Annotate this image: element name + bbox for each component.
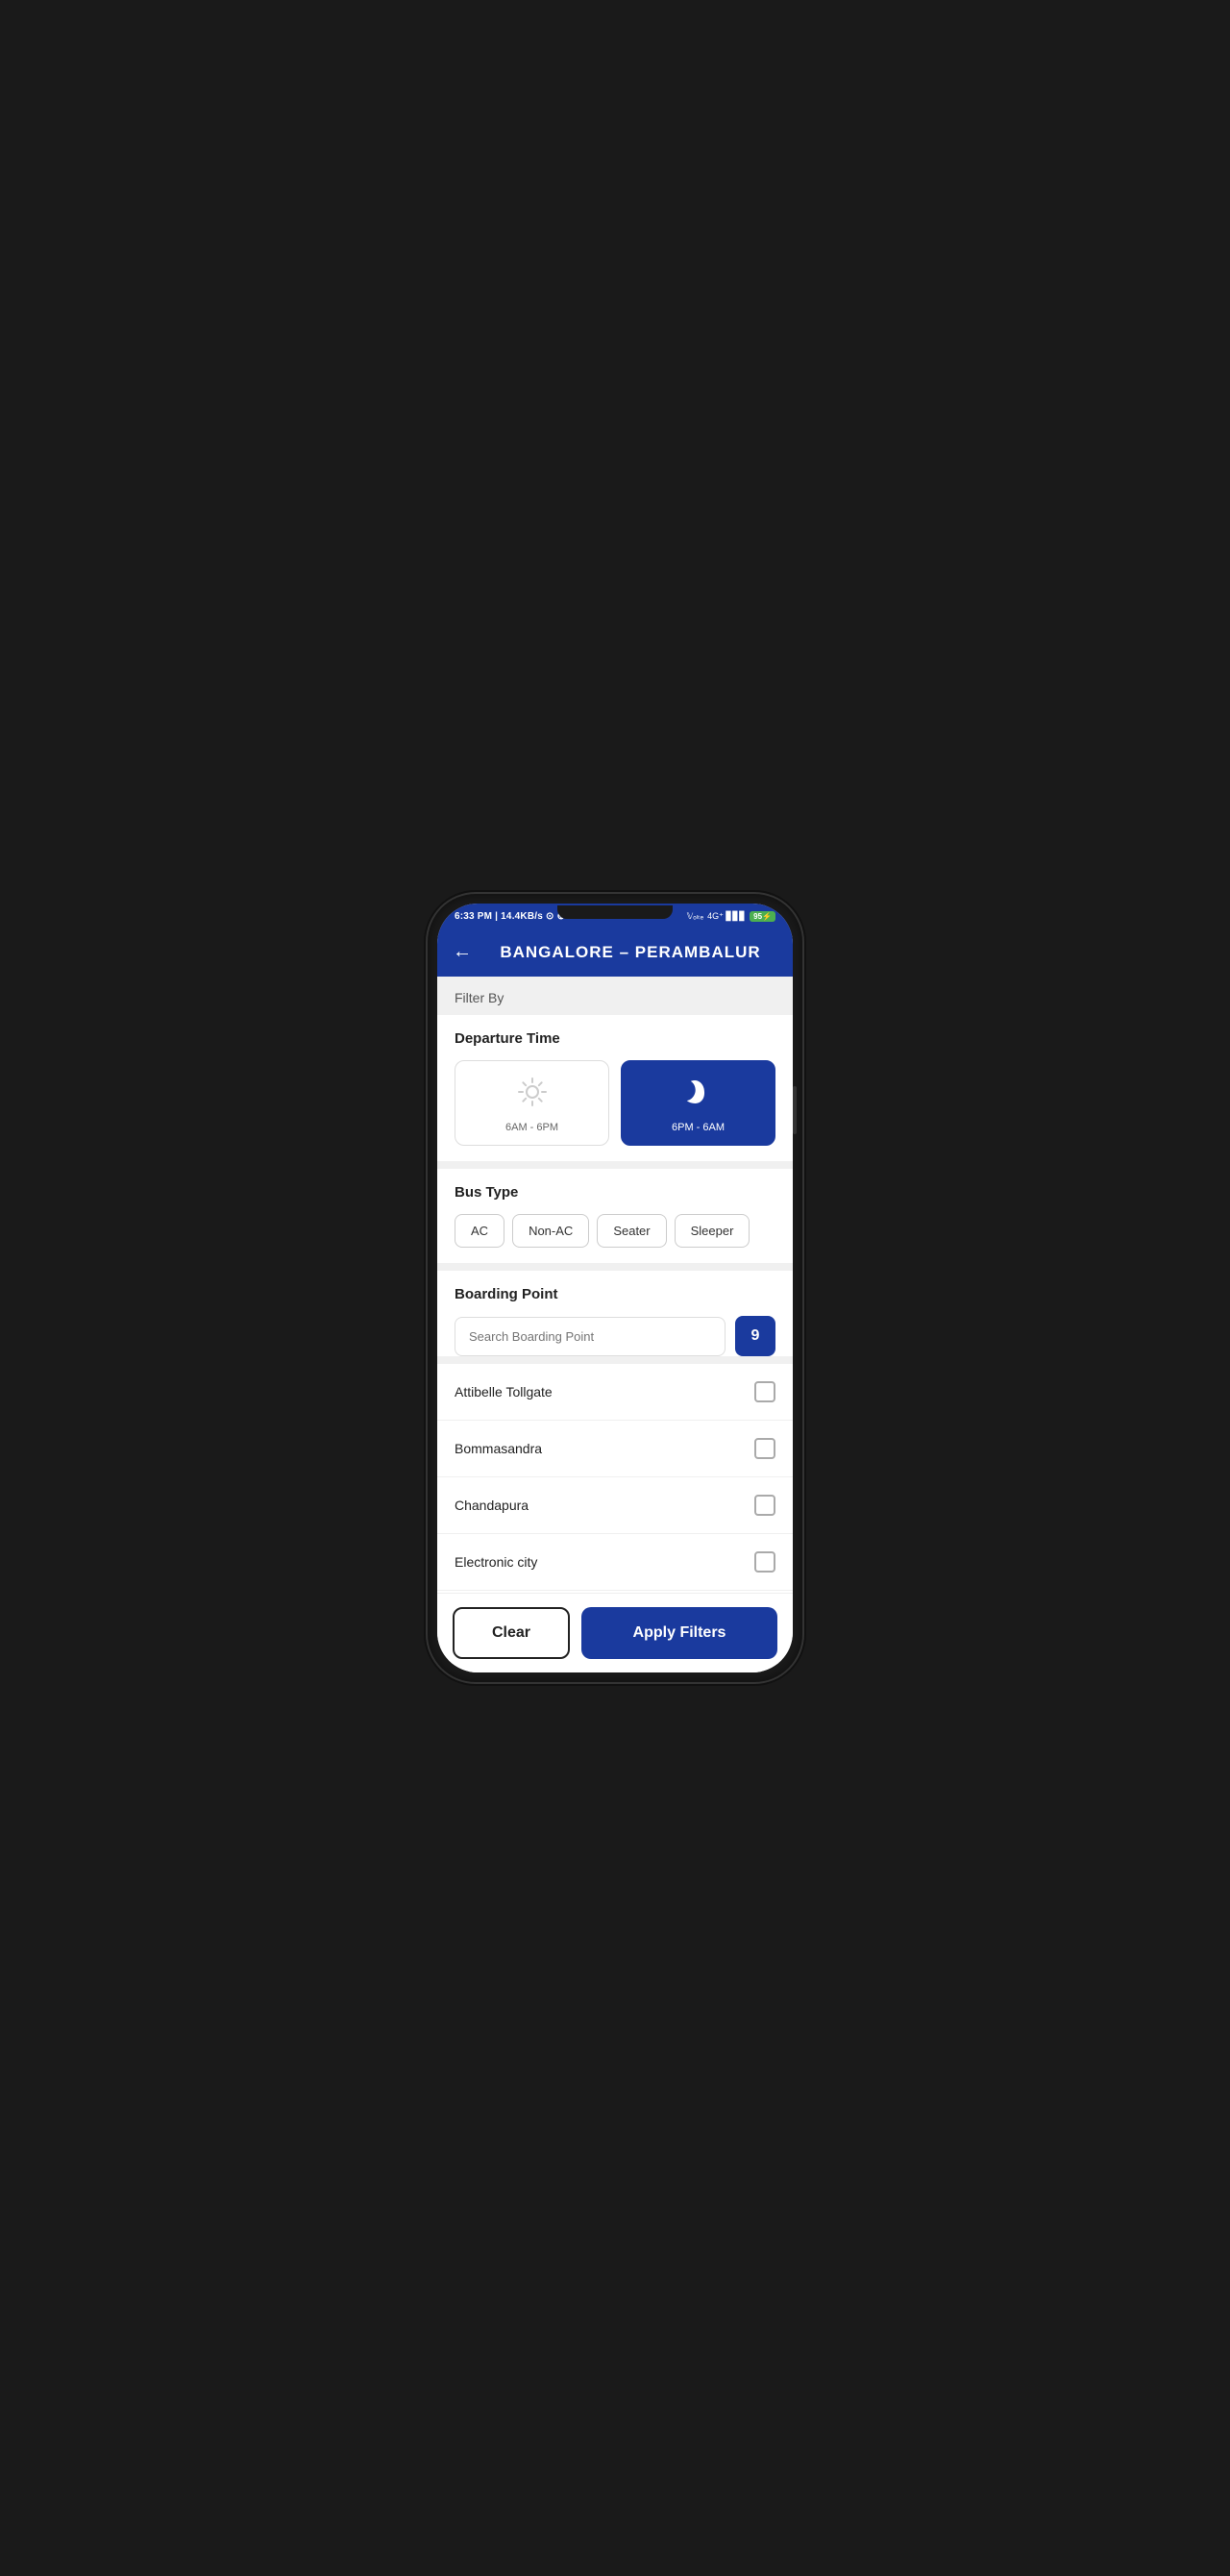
clear-button[interactable]: Clear [453, 1607, 570, 1659]
bus-type-ac[interactable]: AC [455, 1214, 504, 1248]
time-option-day[interactable]: 6AM - 6PM [455, 1060, 609, 1146]
bus-type-section: Bus Type AC Non-AC Seater Sleeper [437, 1169, 793, 1263]
boarding-checkbox-electronic-city[interactable] [754, 1551, 775, 1573]
boarding-checkbox-attibelle[interactable] [754, 1381, 775, 1402]
bus-type-options-container: AC Non-AC Seater Sleeper [455, 1214, 775, 1248]
status-time-network: 6:33 PM | 14.4KB/s ⊙ ⊕ · [455, 911, 572, 922]
boarding-item-chandapura[interactable]: Chandapura [437, 1477, 793, 1534]
time-options-container: 6AM - 6PM 6PM - 6AM [455, 1060, 775, 1146]
network-bars: 4G⁺ ▊▊▊ [707, 911, 746, 922]
search-boarding-input[interactable] [455, 1317, 726, 1356]
boarding-item-label: Bommasandra [455, 1441, 542, 1456]
signal-icon: 𝕍ₒₗₜₑ [687, 911, 703, 922]
boarding-checkbox-chandapura[interactable] [754, 1495, 775, 1516]
back-button[interactable]: ← [453, 941, 472, 963]
filter-by-label: Filter By [455, 990, 775, 1005]
boarding-item-label: Electronic city [455, 1554, 537, 1570]
status-icons: 𝕍ₒₗₜₑ 4G⁺ ▊▊▊ 95⚡ [687, 911, 775, 922]
bus-type-title: Bus Type [455, 1184, 775, 1201]
battery-indicator: 95⚡ [750, 911, 775, 922]
boarding-item-label: Chandapura [455, 1498, 529, 1513]
boarding-count-badge: 9 [735, 1316, 775, 1356]
bus-type-nonac[interactable]: Non-AC [512, 1214, 589, 1248]
boarding-item-label: Attibelle Tollgate [455, 1384, 553, 1399]
moon-icon [683, 1077, 714, 1114]
boarding-item-attibelle[interactable]: Attibelle Tollgate [437, 1364, 793, 1421]
apply-filters-button[interactable]: Apply Filters [581, 1607, 777, 1659]
boarding-point-title: Boarding Point [455, 1286, 775, 1302]
departure-time-section: Departure Time [437, 1015, 793, 1161]
bus-type-seater[interactable]: Seater [597, 1214, 666, 1248]
boarding-item-bommasandra[interactable]: Bommasandra [437, 1421, 793, 1477]
boarding-checkbox-bommasandra[interactable] [754, 1438, 775, 1459]
boarding-point-section: Boarding Point 9 [437, 1271, 793, 1356]
day-time-label: 6AM - 6PM [505, 1122, 558, 1133]
filter-by-section: Filter By [437, 977, 793, 1015]
boarding-search-row: 9 [455, 1316, 775, 1356]
departure-time-title: Departure Time [455, 1030, 775, 1047]
boarding-list: Attibelle Tollgate Bommasandra Chandapur… [437, 1364, 793, 1593]
sun-icon [517, 1077, 548, 1114]
time-option-night[interactable]: 6PM - 6AM [621, 1060, 775, 1146]
bus-type-sleeper[interactable]: Sleeper [675, 1214, 750, 1248]
page-header: ← BANGALORE – PERAMBALUR [437, 928, 793, 977]
night-time-label: 6PM - 6AM [672, 1122, 725, 1133]
boarding-item-electronic-city[interactable]: Electronic city [437, 1534, 793, 1591]
page-title: BANGALORE – PERAMBALUR [483, 943, 777, 962]
main-content: Filter By Departure Time [437, 977, 793, 1593]
bottom-actions: Clear Apply Filters [437, 1593, 793, 1672]
